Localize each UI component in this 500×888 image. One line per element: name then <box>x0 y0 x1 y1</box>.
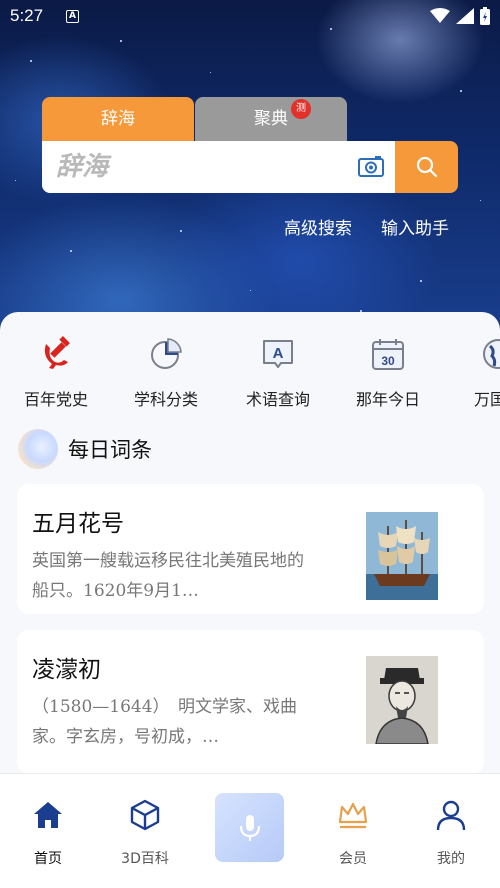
daily-entry-card[interactable]: 凌濛初 （1580—1644） 明文学家、戏曲家。字玄房，号初成，… <box>17 630 484 774</box>
term-query-icon: A <box>263 340 293 368</box>
search-button[interactable] <box>395 141 458 193</box>
category-subjects[interactable]: 学科分类 <box>116 336 216 410</box>
bottom-nav: 首页 3D百科 会员 我的 <box>0 773 500 888</box>
nav-label: 我的 <box>437 851 465 867</box>
tab-cihai-label: 辞海 <box>101 109 135 129</box>
battery-icon <box>480 7 490 25</box>
pie-chart-icon <box>151 338 182 369</box>
search-box <box>42 141 395 193</box>
nav-home[interactable]: 首页 <box>3 798 93 868</box>
status-bar: 5:27 A <box>0 0 500 34</box>
nav-membership[interactable]: 会员 <box>308 798 398 868</box>
daily-entries-header: 每日词条 <box>18 428 152 470</box>
category-label: 百年党史 <box>23 390 88 409</box>
daily-title: 每日词条 <box>68 438 152 462</box>
test-badge: 测 <box>291 99 311 119</box>
nav-label: 首页 <box>34 851 62 867</box>
svg-text:A: A <box>273 345 284 362</box>
tab-judian[interactable]: 聚典 测 <box>195 97 347 141</box>
category-label: 万国 <box>474 390 500 409</box>
svg-text:30: 30 <box>381 354 395 368</box>
category-this-day[interactable]: 30 那年今日 <box>338 336 438 410</box>
party-emblem-icon <box>44 336 70 369</box>
tab-judian-label: 聚典 <box>254 109 288 129</box>
tab-cihai[interactable]: 辞海 <box>42 97 194 141</box>
person-icon <box>436 800 466 831</box>
category-label: 术语查询 <box>245 390 310 409</box>
camera-icon[interactable] <box>358 155 384 177</box>
signal-icon <box>456 8 474 24</box>
category-world[interactable]: 万国 <box>450 336 500 410</box>
category-label: 那年今日 <box>355 390 420 409</box>
status-time: 5:27 <box>10 6 44 25</box>
daily-entry-card[interactable]: 五月花号 英国第一艘载运移民往北美殖民地的船只。1620年9月1… <box>17 484 484 614</box>
search-input[interactable] <box>56 147 346 187</box>
microphone-icon <box>239 814 260 841</box>
nav-profile[interactable]: 我的 <box>406 798 496 868</box>
wifi-icon <box>430 8 450 23</box>
daily-orb-icon <box>18 429 58 469</box>
advanced-search-link[interactable]: 高级搜索 <box>284 214 352 239</box>
home-icon <box>34 802 62 828</box>
voice-search-button[interactable] <box>215 793 284 862</box>
nav-label: 会员 <box>339 851 367 867</box>
entry-description: 英国第一艘载运移民往北美殖民地的船只。1620年9月1… <box>32 551 304 601</box>
category-label: 学科分类 <box>133 390 198 409</box>
nav-3d-encyclopedia[interactable]: 3D百科 <box>100 798 190 868</box>
portrait-thumbnail <box>366 656 438 744</box>
category-term-query[interactable]: A 术语查询 <box>228 336 328 410</box>
entry-description: （1580—1644） 明文学家、戏曲家。字玄房，号初成，… <box>32 697 298 747</box>
category-party-history[interactable]: 百年党史 <box>6 336 106 410</box>
nav-label: 3D百科 <box>121 851 169 867</box>
input-assistant-link[interactable]: 输入助手 <box>381 214 449 239</box>
entry-title: 五月花号 <box>32 511 124 537</box>
calendar-icon: 30 <box>372 339 404 370</box>
cube-icon <box>130 799 160 831</box>
notification-badge-icon: A <box>66 10 79 23</box>
sailing-ship-thumbnail <box>366 512 438 600</box>
entry-title: 凌濛初 <box>32 657 101 683</box>
crown-icon <box>338 802 368 829</box>
search-icon <box>416 156 437 178</box>
globe-icon <box>483 339 500 369</box>
